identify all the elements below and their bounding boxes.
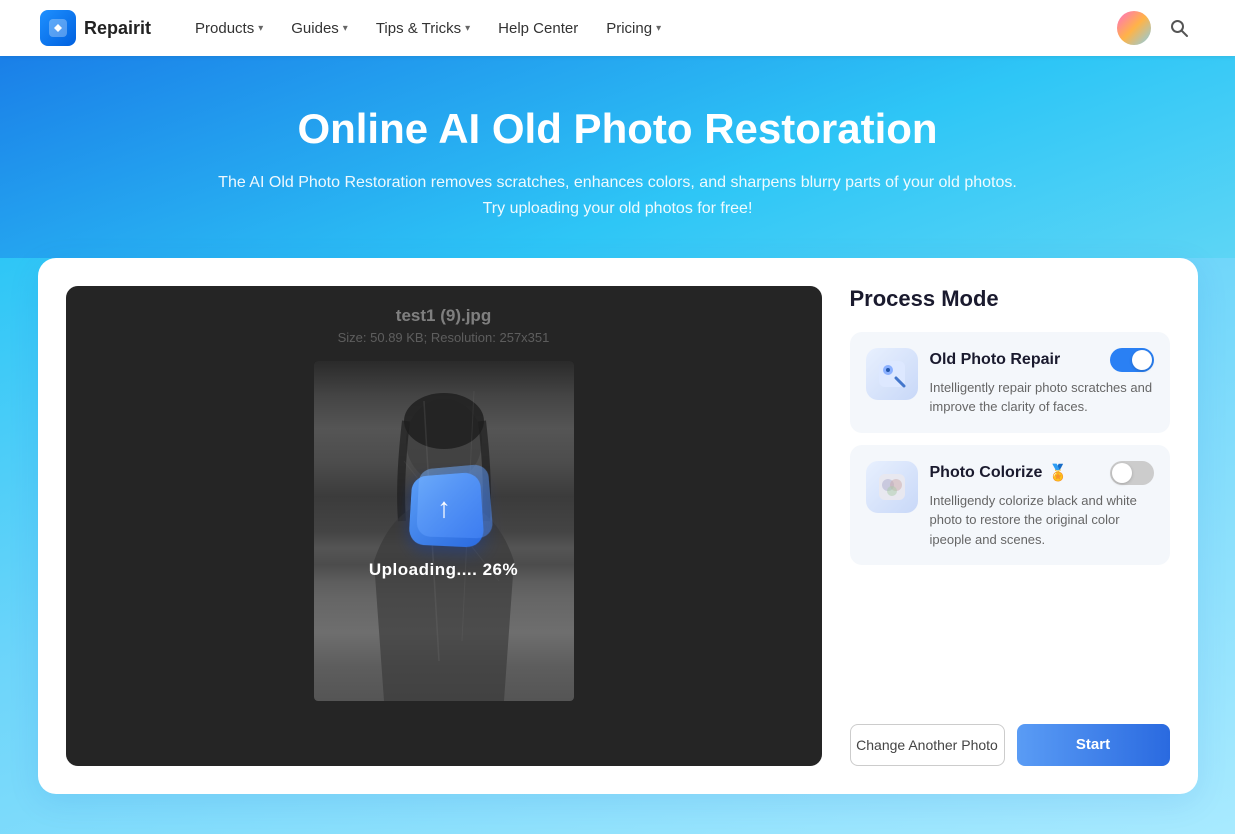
nav-products[interactable]: Products ▾ bbox=[183, 14, 275, 43]
main-area: test1 (9).jpg Size: 50.89 KB; Resolution… bbox=[0, 258, 1235, 834]
right-panel: Process Mode Old Photo Repair bbox=[850, 286, 1170, 766]
toggle-knob-colorize bbox=[1112, 463, 1132, 483]
upload-arrow-icon: ↑ bbox=[436, 492, 450, 524]
main-card: test1 (9).jpg Size: 50.89 KB; Resolution… bbox=[38, 258, 1198, 794]
nav-tips-tricks[interactable]: Tips & Tricks ▾ bbox=[364, 14, 482, 43]
upload-cube-icon: ↑ bbox=[408, 471, 484, 547]
mode-label-colorize: Photo Colorize 🏅 bbox=[930, 463, 1069, 483]
chevron-down-icon: ▾ bbox=[656, 23, 661, 34]
upload-overlay: ↑ Uploading.... 26% bbox=[66, 286, 822, 766]
toggle-old-photo-repair[interactable] bbox=[1110, 348, 1154, 372]
change-another-photo-button[interactable]: Change Another Photo bbox=[850, 724, 1005, 766]
nav-links: Products ▾ Guides ▾ Tips & Tricks ▾ Help… bbox=[183, 14, 1117, 43]
avatar[interactable] bbox=[1117, 11, 1151, 45]
hero-section: Online AI Old Photo Restoration The AI O… bbox=[0, 56, 1235, 258]
chevron-down-icon: ▾ bbox=[343, 23, 348, 34]
premium-badge-icon: 🏅 bbox=[1048, 463, 1068, 483]
chevron-down-icon: ▾ bbox=[465, 23, 470, 34]
mode-desc-colorize: Intelligendy colorize black and white ph… bbox=[930, 491, 1154, 550]
brand-name: Repairit bbox=[84, 18, 151, 39]
navbar: Repairit Products ▾ Guides ▾ Tips & Tric… bbox=[0, 0, 1235, 56]
search-icon[interactable] bbox=[1163, 12, 1195, 44]
toggle-photo-colorize[interactable] bbox=[1110, 461, 1154, 485]
hero-title: Online AI Old Photo Restoration bbox=[40, 104, 1195, 154]
bottom-actions: Change Another Photo Start bbox=[850, 704, 1170, 766]
mode-content-colorize: Photo Colorize 🏅 Intelligendy colorize b… bbox=[930, 461, 1154, 550]
nav-right bbox=[1117, 11, 1195, 45]
old-photo-repair-icon bbox=[866, 348, 918, 400]
photo-panel: test1 (9).jpg Size: 50.89 KB; Resolution… bbox=[66, 286, 822, 766]
process-mode-title: Process Mode bbox=[850, 286, 1170, 312]
photo-colorize-icon bbox=[866, 461, 918, 513]
mode-header-colorize: Photo Colorize 🏅 bbox=[930, 461, 1154, 485]
mode-desc-repair: Intelligently repair photo scratches and… bbox=[930, 378, 1154, 417]
upload-progress-text: Uploading.... 26% bbox=[369, 560, 518, 580]
mode-header-repair: Old Photo Repair bbox=[930, 348, 1154, 372]
toggle-knob-repair bbox=[1132, 350, 1152, 370]
nav-help-center[interactable]: Help Center bbox=[486, 14, 590, 43]
nav-pricing[interactable]: Pricing ▾ bbox=[594, 14, 673, 43]
hero-subtitle: The AI Old Photo Restoration removes scr… bbox=[218, 170, 1018, 221]
mode-label-repair: Old Photo Repair bbox=[930, 351, 1061, 369]
logo-icon bbox=[40, 10, 76, 46]
start-button[interactable]: Start bbox=[1017, 724, 1170, 766]
chevron-down-icon: ▾ bbox=[258, 23, 263, 34]
mode-content-repair: Old Photo Repair Intelligently repair ph… bbox=[930, 348, 1154, 417]
mode-item-photo-colorize: Photo Colorize 🏅 Intelligendy colorize b… bbox=[850, 445, 1170, 566]
nav-guides[interactable]: Guides ▾ bbox=[279, 14, 360, 43]
mode-item-old-photo-repair: Old Photo Repair Intelligently repair ph… bbox=[850, 332, 1170, 433]
logo[interactable]: Repairit bbox=[40, 10, 151, 46]
